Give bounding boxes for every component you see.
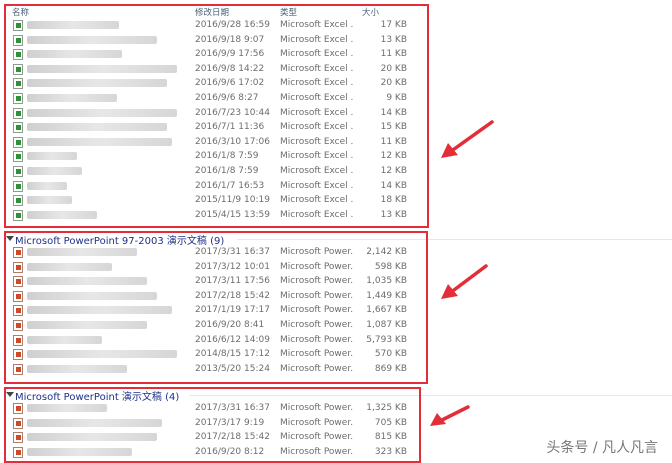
watermark: 头条号 / 凡人凡言 — [546, 440, 658, 456]
highlight-box-ppt97 — [4, 231, 428, 384]
arrow-icon — [441, 120, 494, 158]
highlight-box-excel — [4, 4, 429, 228]
arrow-icon — [430, 405, 470, 426]
highlight-box-pptx — [4, 387, 421, 463]
arrow-icon — [441, 264, 488, 299]
